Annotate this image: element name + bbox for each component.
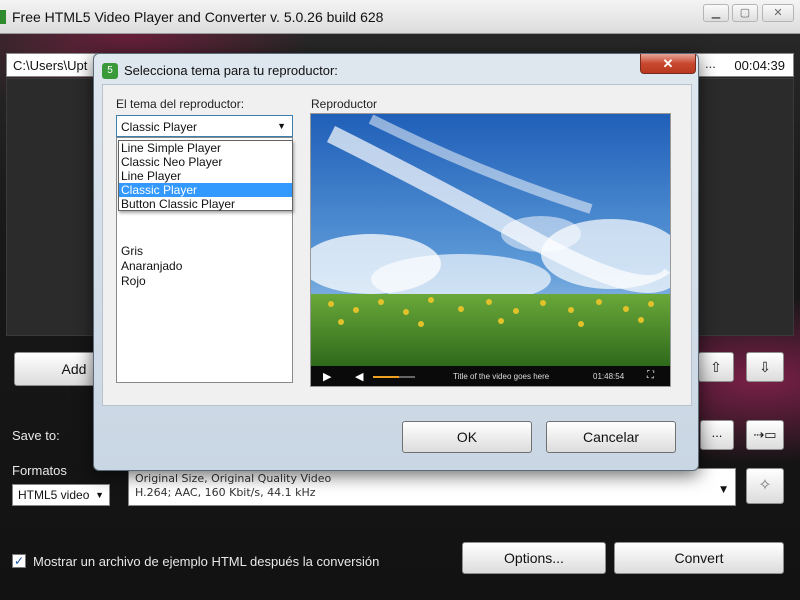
chevron-down-icon: ▼ [720, 485, 727, 495]
file-duration: 00:04:39 [734, 58, 785, 73]
preset-select[interactable]: Original Size, Original Quality Video H.… [128, 468, 736, 506]
convert-button[interactable]: Convert [614, 542, 784, 574]
theme-list-item[interactable]: Anaranjado [121, 259, 182, 273]
player-controls: ▶ ◀ Title of the video goes here 01:48:5… [311, 366, 670, 386]
example-html-checkbox[interactable]: ✓ [12, 554, 26, 568]
volume-slider[interactable] [373, 376, 415, 378]
preset-line-2: H.264; AAC, 160 Kbit/s, 44.1 kHz [135, 486, 316, 499]
preview-image [311, 114, 670, 386]
volume-level [373, 376, 399, 378]
open-folder-icon: ⇢▭ [753, 427, 777, 442]
preview-label: Reproductor [311, 97, 378, 111]
maximize-icon: ▢ [739, 7, 751, 19]
magic-wand-icon: ✧ [758, 477, 772, 494]
browse-button[interactable]: ... [700, 420, 734, 450]
maximize-button[interactable]: ▢ [732, 4, 758, 22]
format-select[interactable]: HTML5 video ▼ [12, 484, 110, 506]
app-icon [0, 10, 6, 24]
minimize-button[interactable]: ▁ [703, 4, 729, 22]
chevron-down-icon: ▼ [95, 490, 104, 500]
theme-select-value: Classic Player [121, 120, 198, 134]
arrow-down-icon: ⇩ [759, 359, 771, 375]
open-folder-button[interactable]: ⇢▭ [746, 420, 784, 450]
video-time: 01:48:54 [593, 372, 625, 381]
main-window: Free HTML5 Video Player and Converter v.… [0, 0, 800, 600]
player-preview: ▶ ◀ Title of the video goes here 01:48:5… [310, 113, 671, 387]
chevron-down-icon: ▼ [277, 121, 286, 131]
dialog-app-icon: 5 [102, 63, 118, 79]
theme-list-item[interactable]: Rojo [121, 274, 146, 288]
theme-option[interactable]: Line Player [119, 169, 292, 183]
file-more-button[interactable]: ... [705, 56, 716, 71]
theme-option[interactable]: Line Simple Player [119, 141, 292, 155]
theme-option[interactable]: Classic Neo Player [119, 155, 292, 169]
save-to-label: Save to: [12, 428, 60, 443]
move-up-button[interactable]: ⇧ [698, 352, 734, 382]
cancel-button[interactable]: Cancelar [546, 421, 676, 453]
move-down-button[interactable]: ⇩ [746, 352, 784, 382]
theme-option[interactable]: Button Classic Player [119, 197, 292, 211]
minimize-icon: ▁ [711, 7, 721, 19]
options-button[interactable]: Options... [462, 542, 606, 574]
video-title: Title of the video goes here [453, 372, 550, 381]
theme-select[interactable]: Classic Player ▼ [116, 115, 293, 137]
theme-list-item[interactable]: Gris [121, 244, 143, 258]
arrow-up-icon: ⇧ [710, 359, 722, 375]
close-icon: ✕ [662, 56, 674, 71]
dialog-title: Selecciona tema para tu reproductor: [124, 63, 338, 78]
theme-dialog: 5 Selecciona tema para tu reproductor: ✕… [93, 53, 699, 471]
window-title: Free HTML5 Video Player and Converter v.… [12, 9, 384, 25]
format-select-value: HTML5 video [18, 488, 90, 502]
theme-dropdown-list[interactable]: Line Simple Player Classic Neo Player Li… [118, 140, 293, 211]
volume-icon[interactable]: ◀ [355, 370, 363, 383]
ok-button[interactable]: OK [402, 421, 532, 453]
close-button[interactable]: ✕ [762, 4, 794, 22]
example-html-checkbox-label[interactable]: Mostrar un archivo de ejemplo HTML despu… [33, 554, 379, 569]
preset-line-1: Original Size, Original Quality Video [135, 472, 332, 485]
formats-label: Formatos [12, 463, 67, 478]
preset-settings-button[interactable]: ✧ [746, 468, 784, 504]
close-icon: ✕ [773, 7, 783, 19]
dialog-footer: OK Cancelar [102, 406, 692, 466]
dialog-body: El tema del reproductor: Classic Player … [102, 84, 692, 406]
theme-option-selected[interactable]: Classic Player [119, 183, 292, 197]
dialog-close-button[interactable]: ✕ [640, 54, 696, 74]
fullscreen-icon[interactable]: ⛶ [647, 370, 654, 381]
theme-label: El tema del reproductor: [116, 97, 245, 111]
file-path: C:\Users\Upt [13, 58, 88, 73]
title-bar: Free HTML5 Video Player and Converter v.… [0, 0, 800, 34]
play-icon[interactable]: ▶ [323, 370, 331, 383]
